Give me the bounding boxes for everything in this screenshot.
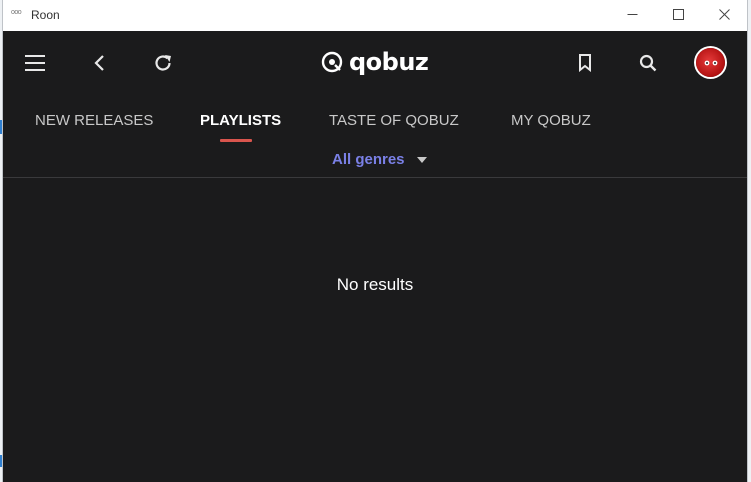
empty-state-message: No results [336, 275, 414, 294]
genre-filter-dropdown[interactable]: All genres [332, 151, 427, 168]
roon-window: ooo Roon qobuz NEW RELEASES PLAYLISTS TA… [3, 0, 747, 482]
app-header: qobuz [3, 31, 747, 95]
tab-bar: NEW RELEASES PLAYLISTS TASTE OF QOBUZ MY… [3, 98, 747, 148]
active-tab-indicator [220, 139, 252, 142]
qobuz-logo-text: qobuz [349, 48, 429, 76]
refresh-icon[interactable] [149, 49, 177, 77]
tab-new-releases[interactable]: NEW RELEASES [35, 112, 153, 129]
header-divider [3, 177, 747, 178]
user-avatar-icon[interactable] [696, 48, 725, 77]
title-bar[interactable]: ooo Roon [3, 0, 747, 31]
hamburger-menu-icon[interactable] [21, 49, 49, 77]
close-button[interactable] [701, 0, 747, 31]
minimize-button[interactable] [609, 0, 655, 31]
caret-down-icon [416, 156, 427, 163]
minimize-icon [627, 8, 638, 23]
search-icon[interactable] [634, 49, 662, 77]
tab-taste-of-qobuz[interactable]: TASTE OF QOBUZ [329, 112, 459, 129]
bookmark-icon[interactable] [571, 49, 599, 77]
tab-playlists[interactable]: PLAYLISTS [200, 112, 281, 129]
back-arrow-icon[interactable] [85, 49, 113, 77]
maximize-button[interactable] [655, 0, 701, 31]
tab-my-qobuz[interactable]: MY QOBUZ [511, 112, 591, 129]
genre-filter-label: All genres [332, 151, 405, 168]
roon-icon: ooo [11, 9, 22, 16]
window-title: Roon [31, 8, 60, 22]
close-icon [718, 8, 730, 23]
maximize-icon [672, 8, 684, 23]
qobuz-logo-icon [321, 51, 343, 73]
background-right-edge [747, 0, 751, 482]
qobuz-logo: qobuz [321, 45, 431, 79]
